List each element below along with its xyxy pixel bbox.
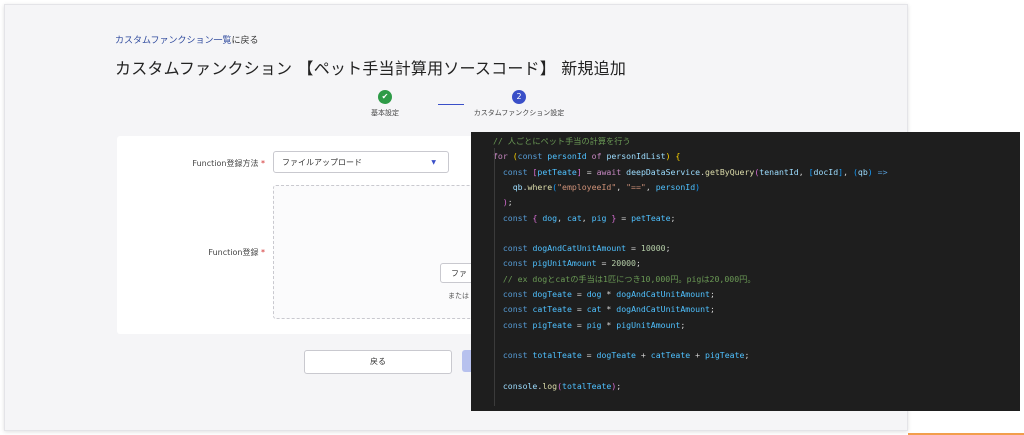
or-text: または — [448, 292, 469, 300]
function-label: Function登録 * — [208, 248, 265, 257]
code-line: const pigTeate = pig * pigUnitAmount; — [502, 319, 686, 330]
method-label: Function登録方法 * — [192, 159, 265, 168]
code-line: // ex dogとcatの手当は1匹につき10,000円。pigは20,000… — [493, 273, 756, 284]
caret-down-icon: ▼ — [431, 159, 436, 166]
step-label: カスタムファンクション設定 — [473, 109, 565, 117]
code-line: console.log(totalTeate); — [502, 380, 622, 391]
breadcrumb-link[interactable]: カスタムファンクション一覧 — [115, 36, 231, 46]
code-line: for (const personId of personIdList) { — [493, 151, 681, 162]
breadcrumb-suffix: に戻る — [231, 36, 259, 46]
code-editor: // 人ごとにペット手当の計算を行う for (const personId of… — [471, 132, 1020, 411]
required-mark: * — [261, 248, 265, 257]
stepper: ✔ 基本設定 2 カスタムファンクション設定 — [360, 90, 600, 120]
code-line: const { dog, cat, pig } = petTeate; — [502, 212, 676, 223]
code-line: const dogTeate = dog * dogAndCatUnitAmou… — [502, 289, 715, 299]
code-line: const dogAndCatUnitAmount = 10000; — [502, 243, 671, 254]
code-line: ); — [502, 197, 513, 208]
registration-method-select[interactable]: ファイルアップロード ▼ — [273, 151, 449, 173]
code-line: const [petTeate] = await deepDataService… — [502, 166, 888, 177]
breadcrumb: カスタムファンクション一覧に戻る — [115, 33, 258, 46]
code-line: const totalTeate = dogTeate + catTeate +… — [502, 350, 750, 361]
indent-guide — [494, 148, 495, 406]
required-mark: * — [261, 159, 265, 168]
step-label: 基本設定 — [371, 109, 399, 117]
back-button[interactable]: 戻る — [304, 350, 452, 374]
step-basic-settings[interactable]: ✔ 基本設定 — [360, 90, 410, 118]
code-line: const pigUnitAmount = 20000; — [502, 258, 641, 269]
code-line: qb.where("employeeId", "==", personId) — [512, 181, 701, 192]
step-connector — [438, 104, 464, 105]
code-line: // 人ごとにペット手当の計算を行う — [493, 136, 631, 146]
step-number-badge: 2 — [512, 90, 526, 104]
page-title: カスタムファンクション 【ペット手当計算用ソースコード】 新規追加 — [115, 59, 627, 78]
select-value: ファイルアップロード — [282, 158, 362, 167]
check-icon: ✔ — [378, 90, 392, 104]
step-custom-function-settings[interactable]: 2 カスタムファンクション設定 — [464, 90, 574, 118]
code-line: const catTeate = cat * dogAndCatUnitAmou… — [502, 304, 715, 315]
